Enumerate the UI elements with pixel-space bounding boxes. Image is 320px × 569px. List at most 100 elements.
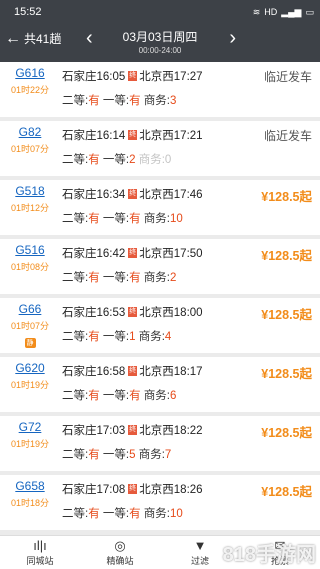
terminal-tag: 终: [128, 366, 138, 376]
next-day-icon[interactable]: ›: [229, 28, 236, 48]
train-duration: 01时22分: [10, 85, 50, 95]
business-class-value: 6: [170, 390, 177, 402]
tab-same-city[interactable]: ıl|ı 同城站: [0, 536, 80, 569]
train-duration: 01时07分: [10, 321, 50, 331]
second-class-value: 有: [88, 508, 100, 520]
train-row[interactable]: G620 01时19分 石家庄16:58 终北京西18:17 二等:有 一等:有 商务:…: [0, 357, 320, 412]
second-class-label: 二等:: [62, 331, 89, 343]
target-icon: ◎: [114, 538, 126, 553]
business-class-label: 商务:: [143, 390, 171, 402]
terminal-tag: 终: [128, 130, 138, 140]
train-info: G72 01时19分: [6, 420, 54, 450]
second-class-value: 有: [88, 390, 100, 402]
first-class-label: 一等:: [102, 154, 130, 166]
first-class-label: 一等:: [102, 331, 130, 343]
train-number[interactable]: G620: [6, 361, 54, 375]
train-number[interactable]: G82: [6, 125, 54, 139]
train-row[interactable]: G616 01时22分 石家庄16:05 终北京西17:27 二等:有 一等:有 商务:…: [0, 62, 320, 117]
train-duration: 01时18分: [10, 498, 50, 508]
header: 15:52 ≋ HD ▂▄▆ ▭ ← 共41趟 ‹ 03月03日周四 00:00…: [0, 0, 320, 62]
business-class-value: 4: [164, 331, 172, 343]
train-row[interactable]: G518 01时12分 石家庄16:34 终北京西17:46 二等:有 一等:有 商务:…: [0, 180, 320, 235]
departure: 石家庄17:08: [62, 484, 126, 496]
business-class-value: 10: [170, 213, 183, 225]
train-number[interactable]: G616: [6, 66, 54, 80]
first-class-label: 一等:: [102, 508, 130, 520]
first-class-label: 一等:: [102, 449, 130, 461]
departure: 石家庄16:58: [62, 366, 126, 378]
price: ¥128.5起: [261, 426, 312, 440]
train-duration: 01时19分: [10, 439, 50, 449]
seat-availability: 二等:有 一等:有 商务:2: [62, 269, 176, 285]
route: 石家庄16:34 终北京西17:46: [62, 186, 203, 202]
second-class-value: 有: [88, 331, 100, 343]
arrival: 北京西17:27: [139, 71, 203, 83]
first-class-label: 一等:: [102, 213, 130, 225]
status-bar: 15:52 ≋ HD ▂▄▆ ▭: [0, 0, 320, 24]
route: 石家庄16:58 终北京西18:17: [62, 363, 203, 379]
train-number[interactable]: G66: [6, 302, 54, 316]
train-number[interactable]: G518: [6, 184, 54, 198]
business-class-label: 商务:: [138, 154, 165, 166]
business-class-value: 10: [170, 508, 183, 520]
departure: 石家庄16:53: [62, 307, 126, 319]
route: 石家庄16:53 终北京西18:00: [62, 304, 203, 320]
terminal-tag: 终: [128, 484, 138, 494]
train-row[interactable]: G658 01时18分 石家庄17:08 终北京西18:26 二等:有 一等:有 商务:…: [0, 475, 320, 530]
price: ¥128.5起: [261, 485, 312, 499]
tab-exact-station[interactable]: ◎ 精确站: [80, 536, 160, 569]
train-number[interactable]: G516: [6, 243, 54, 257]
status-time: 15:52: [14, 6, 42, 18]
second-class-value: 有: [88, 213, 100, 225]
terminal-tag: 终: [128, 307, 138, 317]
train-row[interactable]: G72 01时19分 石家庄17:03 终北京西18:22 二等:有 一等:5 商务:7…: [0, 416, 320, 471]
departure: 石家庄16:05: [62, 71, 126, 83]
train-info: G516 01时08分: [6, 243, 54, 273]
train-row[interactable]: G82 01时07分 石家庄16:14 终北京西17:21 二等:有 一等:2 商务:0…: [0, 121, 320, 176]
departure: 石家庄16:42: [62, 248, 126, 260]
seat-availability: 二等:有 一等:有 商务:10: [62, 210, 183, 226]
train-number[interactable]: G658: [6, 479, 54, 493]
route: 石家庄17:03 终北京西18:22: [62, 422, 203, 438]
departure-status: 临近发车: [263, 70, 312, 84]
second-class-label: 二等:: [62, 154, 89, 166]
arrival: 北京西17:46: [139, 189, 203, 201]
first-class-label: 一等:: [102, 390, 130, 402]
route: 石家庄17:08 终北京西18:26: [62, 481, 203, 497]
business-class-value: 0: [164, 154, 172, 166]
seat-availability: 二等:有 一等:2 商务:0: [62, 151, 171, 167]
seat-availability: 二等:有 一等:有 商务:6: [62, 387, 176, 403]
wifi-icon: ≋: [252, 6, 261, 17]
battery-icon: ▭: [305, 6, 314, 17]
status-icons: ≋ HD ▂▄▆ ▭: [253, 7, 314, 18]
price: ¥128.5起: [261, 367, 312, 381]
first-class-value: 有: [129, 213, 141, 225]
price: ¥128.5起: [261, 308, 312, 322]
first-class-value: 2: [129, 154, 136, 166]
terminal-tag: 终: [128, 71, 138, 81]
train-number[interactable]: G72: [6, 420, 54, 434]
terminal-tag: 终: [128, 189, 138, 199]
second-class-label: 二等:: [62, 390, 89, 402]
date-selector[interactable]: 03月03日周四 00:00-24:00: [0, 28, 320, 55]
departure-status: 临近发车: [263, 129, 312, 143]
business-class-label: 商务:: [138, 331, 165, 343]
train-info: G616 01时22分: [6, 66, 54, 96]
first-class-label: 一等:: [102, 95, 130, 107]
train-row[interactable]: G516 01时08分 石家庄16:42 终北京西17:50 二等:有 一等:有 商务:…: [0, 239, 320, 294]
price: ¥128.5起: [261, 190, 312, 204]
business-class-label: 商务:: [138, 449, 165, 461]
arrival: 北京西18:26: [139, 484, 203, 496]
second-class-label: 二等:: [62, 95, 89, 107]
route: 石家庄16:05 终北京西17:27: [62, 68, 203, 84]
business-class-label: 商务:: [143, 95, 171, 107]
train-row[interactable]: G66 01时07分静 石家庄16:53 终北京西18:00 二等:有 一等:1 商务:…: [0, 298, 320, 353]
tab-label: 同城站: [26, 556, 54, 566]
hd-icon: HD: [264, 7, 278, 17]
arrival: 北京西18:22: [139, 425, 203, 437]
terminal-tag: 终: [128, 248, 138, 258]
business-class-value: 2: [170, 272, 177, 284]
first-class-value: 有: [129, 95, 141, 107]
arrival: 北京西18:17: [139, 366, 203, 378]
business-class-value: 7: [164, 449, 172, 461]
